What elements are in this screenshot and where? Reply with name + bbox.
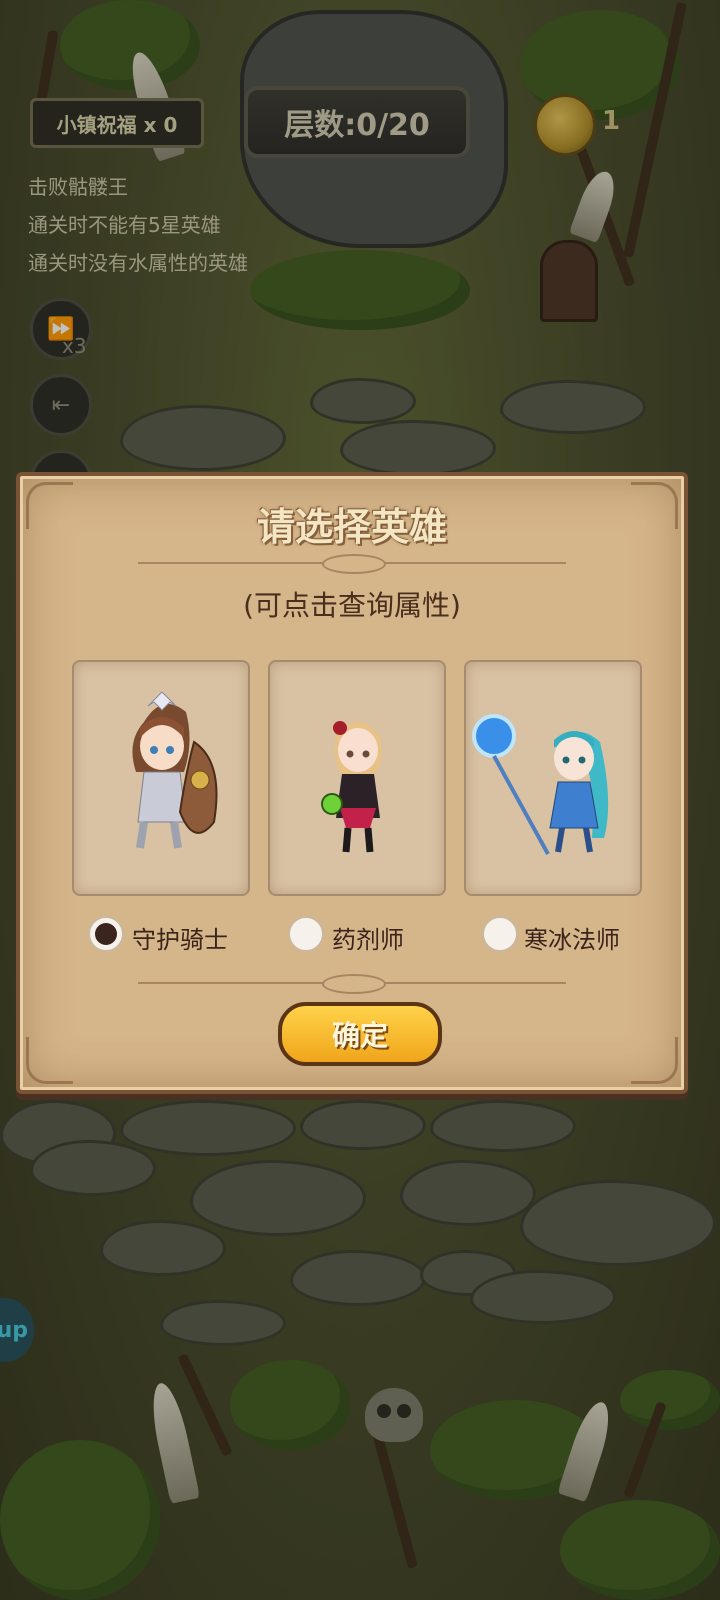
confirm-label: 确定: [331, 1019, 388, 1052]
dialog-title: 请选择英雄: [256, 505, 447, 549]
hero-card-alchemist[interactable]: [268, 660, 446, 896]
hero-select-dialog: 请选择英雄 (可点击查询属性) 守护骑士 药剂师 寒冰法师 确定: [16, 472, 688, 1094]
hero-name-alchemist[interactable]: 药剂师: [332, 920, 404, 955]
ornament-corner: [26, 1037, 73, 1084]
divider-ornament: [138, 974, 566, 994]
ornament-corner: [631, 1037, 678, 1084]
hero-card-guardian-knight[interactable]: [72, 660, 250, 896]
guardian-knight-portrait: [132, 691, 218, 849]
radio-guardian-knight[interactable]: [88, 916, 124, 952]
hero-card-frost-mage[interactable]: [464, 660, 642, 896]
frost-mage-portrait: [472, 714, 609, 855]
hero-name-frost-mage[interactable]: 寒冰法师: [524, 920, 620, 955]
divider-ornament: [138, 554, 566, 574]
hero-name-guardian-knight[interactable]: 守护骑士: [132, 920, 228, 955]
radio-frost-mage[interactable]: [482, 916, 518, 952]
dialog-subtitle: (可点击查询属性): [243, 589, 461, 622]
alchemist-portrait: [321, 721, 382, 853]
confirm-button[interactable]: 确定: [278, 1002, 442, 1066]
radio-alchemist[interactable]: [288, 916, 324, 952]
